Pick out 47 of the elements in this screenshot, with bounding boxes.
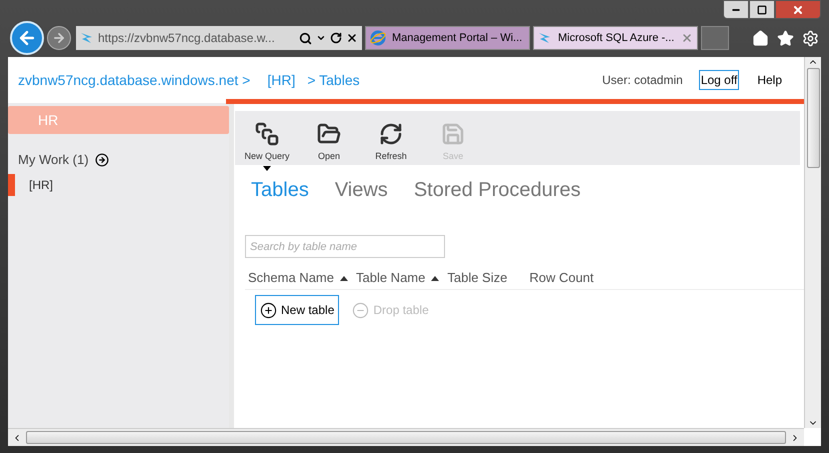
close-button[interactable] <box>775 0 821 19</box>
search-field[interactable]: Search by table name <box>245 235 445 258</box>
refresh-icon <box>379 122 403 146</box>
forward-arrow-icon <box>52 31 66 45</box>
my-work-label: My Work (1) <box>18 151 89 169</box>
home-icon[interactable] <box>752 30 769 46</box>
plus-circle-icon <box>260 302 277 318</box>
user-label: User: cotadmin <box>602 72 683 89</box>
browser-logo-icon <box>370 30 386 46</box>
refresh-icon[interactable] <box>330 32 342 44</box>
search-icon[interactable] <box>299 32 312 44</box>
favorites-icon[interactable] <box>777 30 794 46</box>
section-tab[interactable]: Stored Procedures <box>414 175 581 205</box>
maximize-button[interactable] <box>749 0 775 19</box>
scrollbar-thumb[interactable] <box>26 431 786 444</box>
stop-icon[interactable] <box>346 32 358 44</box>
site-icon <box>538 31 552 45</box>
forward-button[interactable] <box>47 26 71 50</box>
header-link[interactable]: Help <box>755 70 784 90</box>
toolbar-button[interactable]: New Query <box>243 122 291 163</box>
column-header[interactable]: Table Size <box>447 268 508 288</box>
column-header[interactable]: Table Name <box>356 268 426 288</box>
minimize-button[interactable] <box>723 0 749 19</box>
column-header[interactable]: Row Count <box>529 268 594 288</box>
column-header[interactable]: Schema Name <box>248 268 334 288</box>
browser-tab[interactable]: Microsoft SQL Azure -... <box>533 26 698 50</box>
section-tab[interactable]: Views <box>334 175 388 205</box>
horizontal-scrollbar[interactable] <box>8 428 804 446</box>
site-icon <box>80 31 94 45</box>
open-icon <box>317 122 341 146</box>
close-icon <box>792 4 804 16</box>
vertical-scrollbar[interactable] <box>804 57 821 428</box>
toolbar-button[interactable]: Open <box>305 122 353 163</box>
settings-icon[interactable] <box>802 30 819 46</box>
header-link[interactable]: Log off <box>698 70 740 90</box>
dropdown-icon[interactable] <box>316 33 326 43</box>
maximize-icon <box>757 4 767 14</box>
toolbar-button[interactable]: Refresh <box>367 122 415 163</box>
scrollbar-thumb[interactable] <box>806 68 820 168</box>
back-button[interactable] <box>10 21 44 55</box>
browser-tab[interactable]: Management Portal – Wi... <box>365 26 530 50</box>
address-bar[interactable]: https://zvbnw57ncg.database.w... <box>76 26 362 50</box>
minus-circle-icon <box>352 302 370 318</box>
action-button[interactable]: New table <box>255 295 340 325</box>
save-icon <box>441 122 465 146</box>
sidebar-item[interactable]: [HR] <box>8 174 229 196</box>
close-tab-icon[interactable] <box>681 32 693 44</box>
